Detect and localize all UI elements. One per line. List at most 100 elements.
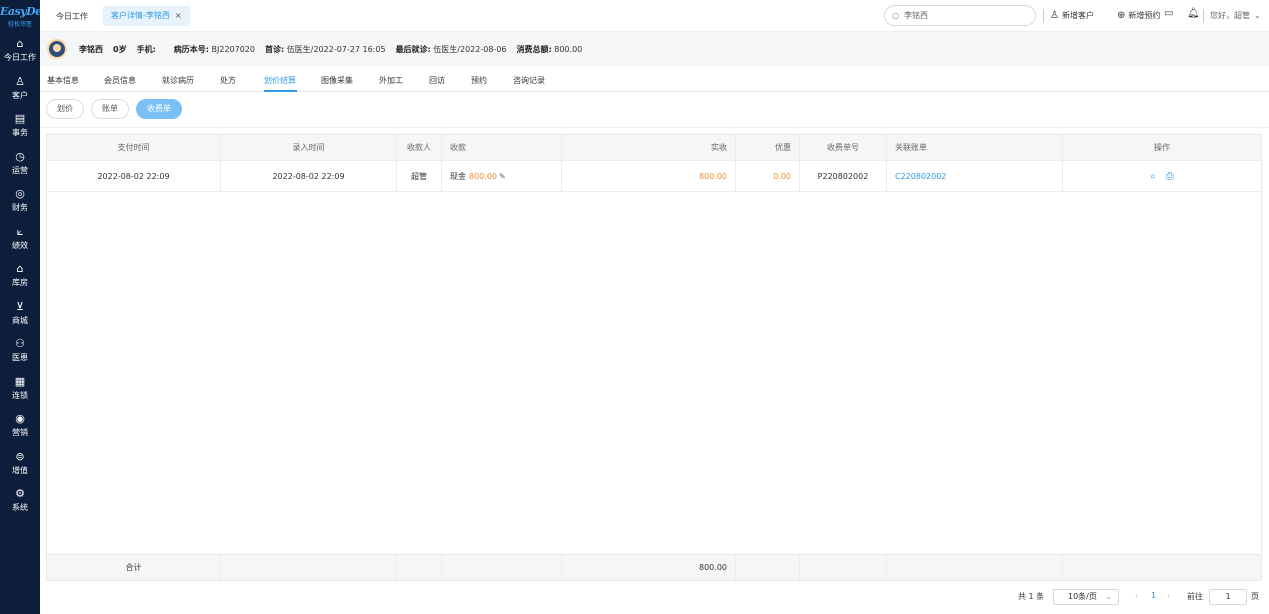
tab-consultation[interactable]: 咨询记录 [513,75,545,86]
linked-bill-link[interactable]: C220802002 [887,161,1063,191]
sidebar-item-label: 今日工作 [4,53,36,63]
sidebar-item-10[interactable]: ◉ 营销 [0,407,40,445]
last-visit-label: 最后就诊: [395,44,431,54]
sidebar-item-9[interactable]: ▦ 连锁 [0,370,40,408]
search-icon[interactable]: ⌕ [1150,171,1156,182]
divider [1203,9,1204,23]
sidebar-item-label: 绩效 [12,240,28,250]
chevron-down-icon: ⌄ [1254,11,1261,20]
new-customer-button[interactable]: ♙ 新增客户 [1050,10,1094,21]
footer-received-total: 800.00 [562,555,736,580]
tab-medical-records[interactable]: 就诊病历 [162,75,194,86]
receipt-button[interactable]: 收费单 [136,99,182,119]
cell-entry-time: 2022-08-02 22:09 [221,161,397,191]
cell-payment: 现金 800.00 ✎ [442,161,562,191]
pricing-button[interactable]: 划价 [46,99,84,119]
table-row: 2022-08-02 22:09 2022-08-02 22:09 超管 现金 … [47,160,1261,192]
total-value: 800.00 [554,44,583,54]
cell-payee: 超管 [397,161,442,191]
cart-icon: ⊻ [15,299,25,313]
sidebar-item-5[interactable]: ⟀ 绩效 [0,220,40,258]
sidebar-item-4[interactable]: ◎ 财务 [0,182,40,220]
tab-outsourcing[interactable]: 外加工 [379,75,403,86]
tab-image-capture[interactable]: 图像采集 [321,75,353,86]
prev-page-button[interactable]: ‹ [1135,591,1138,600]
doctor-patient-icon: ⚇ [15,337,25,351]
footer-empty [1063,555,1261,580]
tab-member-info[interactable]: 会员信息 [104,75,136,86]
cell-received: 800.00 [562,161,736,191]
first-visit-value: 伍医生/2022-07-27 16:05 [286,44,386,54]
print-icon[interactable]: ⎙ [1166,171,1174,182]
header-actions: 操作 [1154,143,1170,152]
tab-prescription[interactable]: 处方 [220,75,236,86]
footer-empty [221,555,397,580]
marketing-icon: ◉ [15,412,25,426]
cell-actions: ⌕ ⎙ [1063,161,1261,191]
sidebar-item-label: 运营 [12,165,28,175]
page-size-select[interactable]: 10条/页 ⌄ [1053,589,1119,605]
page-number[interactable]: 1 [1151,591,1156,600]
user-icon: ♙ [15,74,25,88]
sidebar-item-label: 连锁 [12,390,28,400]
cell-pay-time: 2022-08-02 22:09 [47,161,221,191]
bell-icon[interactable]: 🔔︎ [1187,8,1200,19]
app-logo[interactable]: EasyDent 轻松牙医 [0,0,40,32]
sidebar-item-12[interactable]: ⚙ 系统 [0,482,40,520]
page-unit-label: 页 [1251,592,1259,601]
payment-method: 现金 [450,171,466,181]
table-header: 支付时间 录入时间 收款人 收款 实收 优惠 收费单号 关联账单 操作 [47,135,1261,160]
sidebar-item-label: 事务 [12,128,28,138]
user-menu[interactable]: 您好，超管 ⌄ [1210,10,1261,21]
sidebar-item-11[interactable]: ⊜ 增值 [0,445,40,483]
header-entry-time: 录入时间 [221,135,397,160]
bill-button[interactable]: 账单 [91,99,129,119]
sidebar-item-label: 系统 [12,503,28,513]
logo-subtext: 轻松牙医 [7,21,32,28]
footer-empty [442,555,562,580]
next-page-button[interactable]: › [1167,591,1170,600]
new-appointment-button[interactable]: ⊕ 新增预约 [1117,10,1160,21]
sidebar-item-8[interactable]: ⚇ 医患 [0,332,40,370]
footer-empty [736,555,800,580]
new-customer-label: 新增客户 [1061,11,1094,20]
close-icon[interactable]: × [175,11,182,20]
tab-follow-up[interactable]: 回访 [429,75,445,86]
chevron-down-icon: ⌄ [1105,592,1112,601]
tab-pricing-settlement[interactable]: 划价结算 [264,75,296,86]
user-add-icon: ♙ [1050,10,1059,21]
search-icon: ○ [892,11,899,20]
tab-customer-detail-label: 客户详情-李铭西 [111,11,170,20]
warehouse-icon: ⌂ [16,262,24,276]
goto-page-input[interactable]: 1 [1209,589,1247,605]
goto-label: 前往 [1187,592,1203,601]
sidebar-nav: ⌂ 今日工作 ♙ 客户 ▤ 事务 ◷ 运营 ◎ 财务 ⟀ 绩效 ⌂ 库房 ⊻ 商城 ⚇ 医患 ▦ 连锁 ◉ 营销 ⊜ 增值 ⚙ 系… [0,32,40,520]
divider [1043,9,1044,23]
sidebar-item-6[interactable]: ⌂ 库房 [0,257,40,295]
sidebar-item-1[interactable]: ♙ 客户 [0,70,40,108]
tab-customer-detail[interactable]: 客户详情-李铭西 × [103,6,190,26]
greeting-text: 您好，超管 [1210,11,1250,20]
sidebar-item-2[interactable]: ▤ 事务 [0,107,40,145]
table-footer: 合计 800.00 [47,554,1261,580]
patient-age: 0岁 [113,44,127,54]
header-payee: 收款人 [397,135,442,160]
sidebar: EasyDent 轻松牙医 ⌂ 今日工作 ♙ 客户 ▤ 事务 ◷ 运营 ◎ 财务 ⟀ 绩效 ⌂ 库房 ⊻ 商城… [0,0,40,614]
search-input[interactable]: ○ 李铭西 [884,5,1036,26]
tab-appointment[interactable]: 预约 [471,75,487,86]
sidebar-item-3[interactable]: ◷ 运营 [0,145,40,183]
header-linked-bill: 关联账单 [887,135,1063,160]
sidebar-item-0[interactable]: ⌂ 今日工作 [0,32,40,70]
tab-today-work[interactable]: 今日工作 [56,11,88,22]
header-receipt-no: 收费单号 [800,135,887,160]
header-discount: 优惠 [736,135,800,160]
settings-icon: ⚙ [15,487,25,501]
edit-icon[interactable]: ✎ [499,172,506,181]
divider [40,127,1269,128]
sidebar-item-7[interactable]: ⊻ 商城 [0,295,40,333]
tab-basic-info[interactable]: 基本信息 [47,75,79,86]
detail-tabs: 基本信息 会员信息 就诊病历 处方 划价结算 图像采集 外加工 回访 预约 咨询… [40,66,1269,92]
message-icon[interactable]: ▭ [1164,8,1173,19]
active-tab-underline [264,90,297,92]
cell-discount: 0.00 [736,161,800,191]
